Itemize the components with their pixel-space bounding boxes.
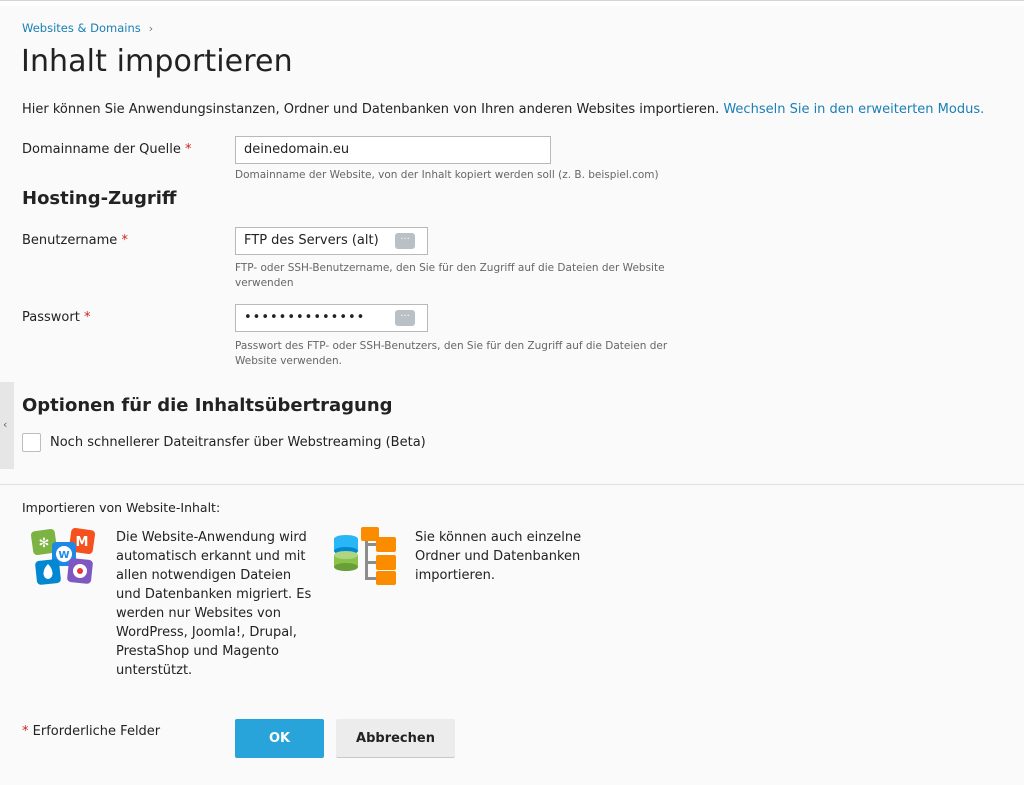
breadcrumb: Websites & Domains › (22, 21, 153, 35)
password-autofill-icon[interactable]: ··· (395, 310, 415, 326)
required-fields-text: Erforderliche Felder (32, 724, 161, 739)
folders-import-description: Sie können auch einzelne Ordner und Date… (415, 530, 582, 583)
breadcrumb-separator: › (148, 21, 154, 35)
svg-text:W: W (58, 550, 69, 561)
import-info-heading: Importieren von Website-Inhalt: (22, 500, 221, 515)
username-label: Benutzername * (22, 233, 128, 248)
webstreaming-checkbox[interactable] (22, 433, 41, 452)
advanced-mode-link[interactable]: Wechseln Sie in den erweiterten Modus. (723, 102, 984, 117)
intro-description: Hier können Sie Anwendungsinstanzen, Ord… (22, 102, 724, 117)
source-domain-label: Domainname der Quelle * (22, 142, 192, 157)
cancel-button[interactable]: Abbrechen (336, 719, 455, 758)
side-panel-toggle[interactable]: ‹ (0, 382, 14, 469)
ok-button[interactable]: OK (235, 719, 324, 758)
username-value: FTP des Servers (alt) (244, 233, 379, 248)
password-label-text: Passwort (22, 310, 80, 325)
password-label: Passwort * (22, 310, 90, 325)
source-domain-hint: Domainname der Website, von der Inhalt k… (235, 169, 659, 181)
breadcrumb-websites-domains[interactable]: Websites & Domains (22, 21, 141, 35)
password-input[interactable]: •••••••••••••• ··· (235, 304, 428, 332)
top-border (0, 0, 1024, 6)
chevron-left-icon: ‹ (3, 418, 8, 431)
folders-databases-icon (332, 527, 398, 585)
cms-import-description: Die Website-Anwendung wird automatisch e… (116, 530, 312, 678)
svg-text:✻: ✻ (39, 536, 50, 551)
cms-apps-icon: ✻ M W (30, 527, 96, 586)
required-mark: * (185, 142, 192, 157)
source-domain-input[interactable]: deinedomain.eu (235, 136, 551, 164)
source-domain-label-text: Domainname der Quelle (22, 142, 181, 157)
hosting-access-heading: Hosting-Zugriff (22, 188, 177, 209)
required-mark: * (121, 233, 128, 248)
password-value: •••••••••••••• (244, 310, 366, 325)
svg-text:M: M (76, 535, 89, 550)
intro-text: Hier können Sie Anwendungsinstanzen, Ord… (22, 102, 984, 117)
required-mark: * (83, 310, 91, 325)
webstreaming-label[interactable]: Noch schnellerer Dateitransfer über Webs… (50, 435, 426, 450)
password-hint: Passwort des FTP- oder SSH-Benutzers, de… (235, 340, 668, 367)
username-input[interactable]: FTP des Servers (alt) ··· (235, 227, 428, 255)
transfer-options-heading: Optionen für die Inhaltsübertragung (22, 395, 393, 416)
section-divider (0, 484, 1024, 485)
source-domain-value: deinedomain.eu (244, 142, 350, 157)
username-hint: FTP- oder SSH-Benutzername, den Sie für … (235, 262, 665, 289)
username-label-text: Benutzername (22, 233, 118, 248)
page-title: Inhalt importieren (21, 44, 293, 79)
username-autofill-icon[interactable]: ··· (395, 233, 415, 249)
required-mark: * (22, 724, 29, 739)
required-fields-note: * Erforderliche Felder (22, 724, 160, 739)
